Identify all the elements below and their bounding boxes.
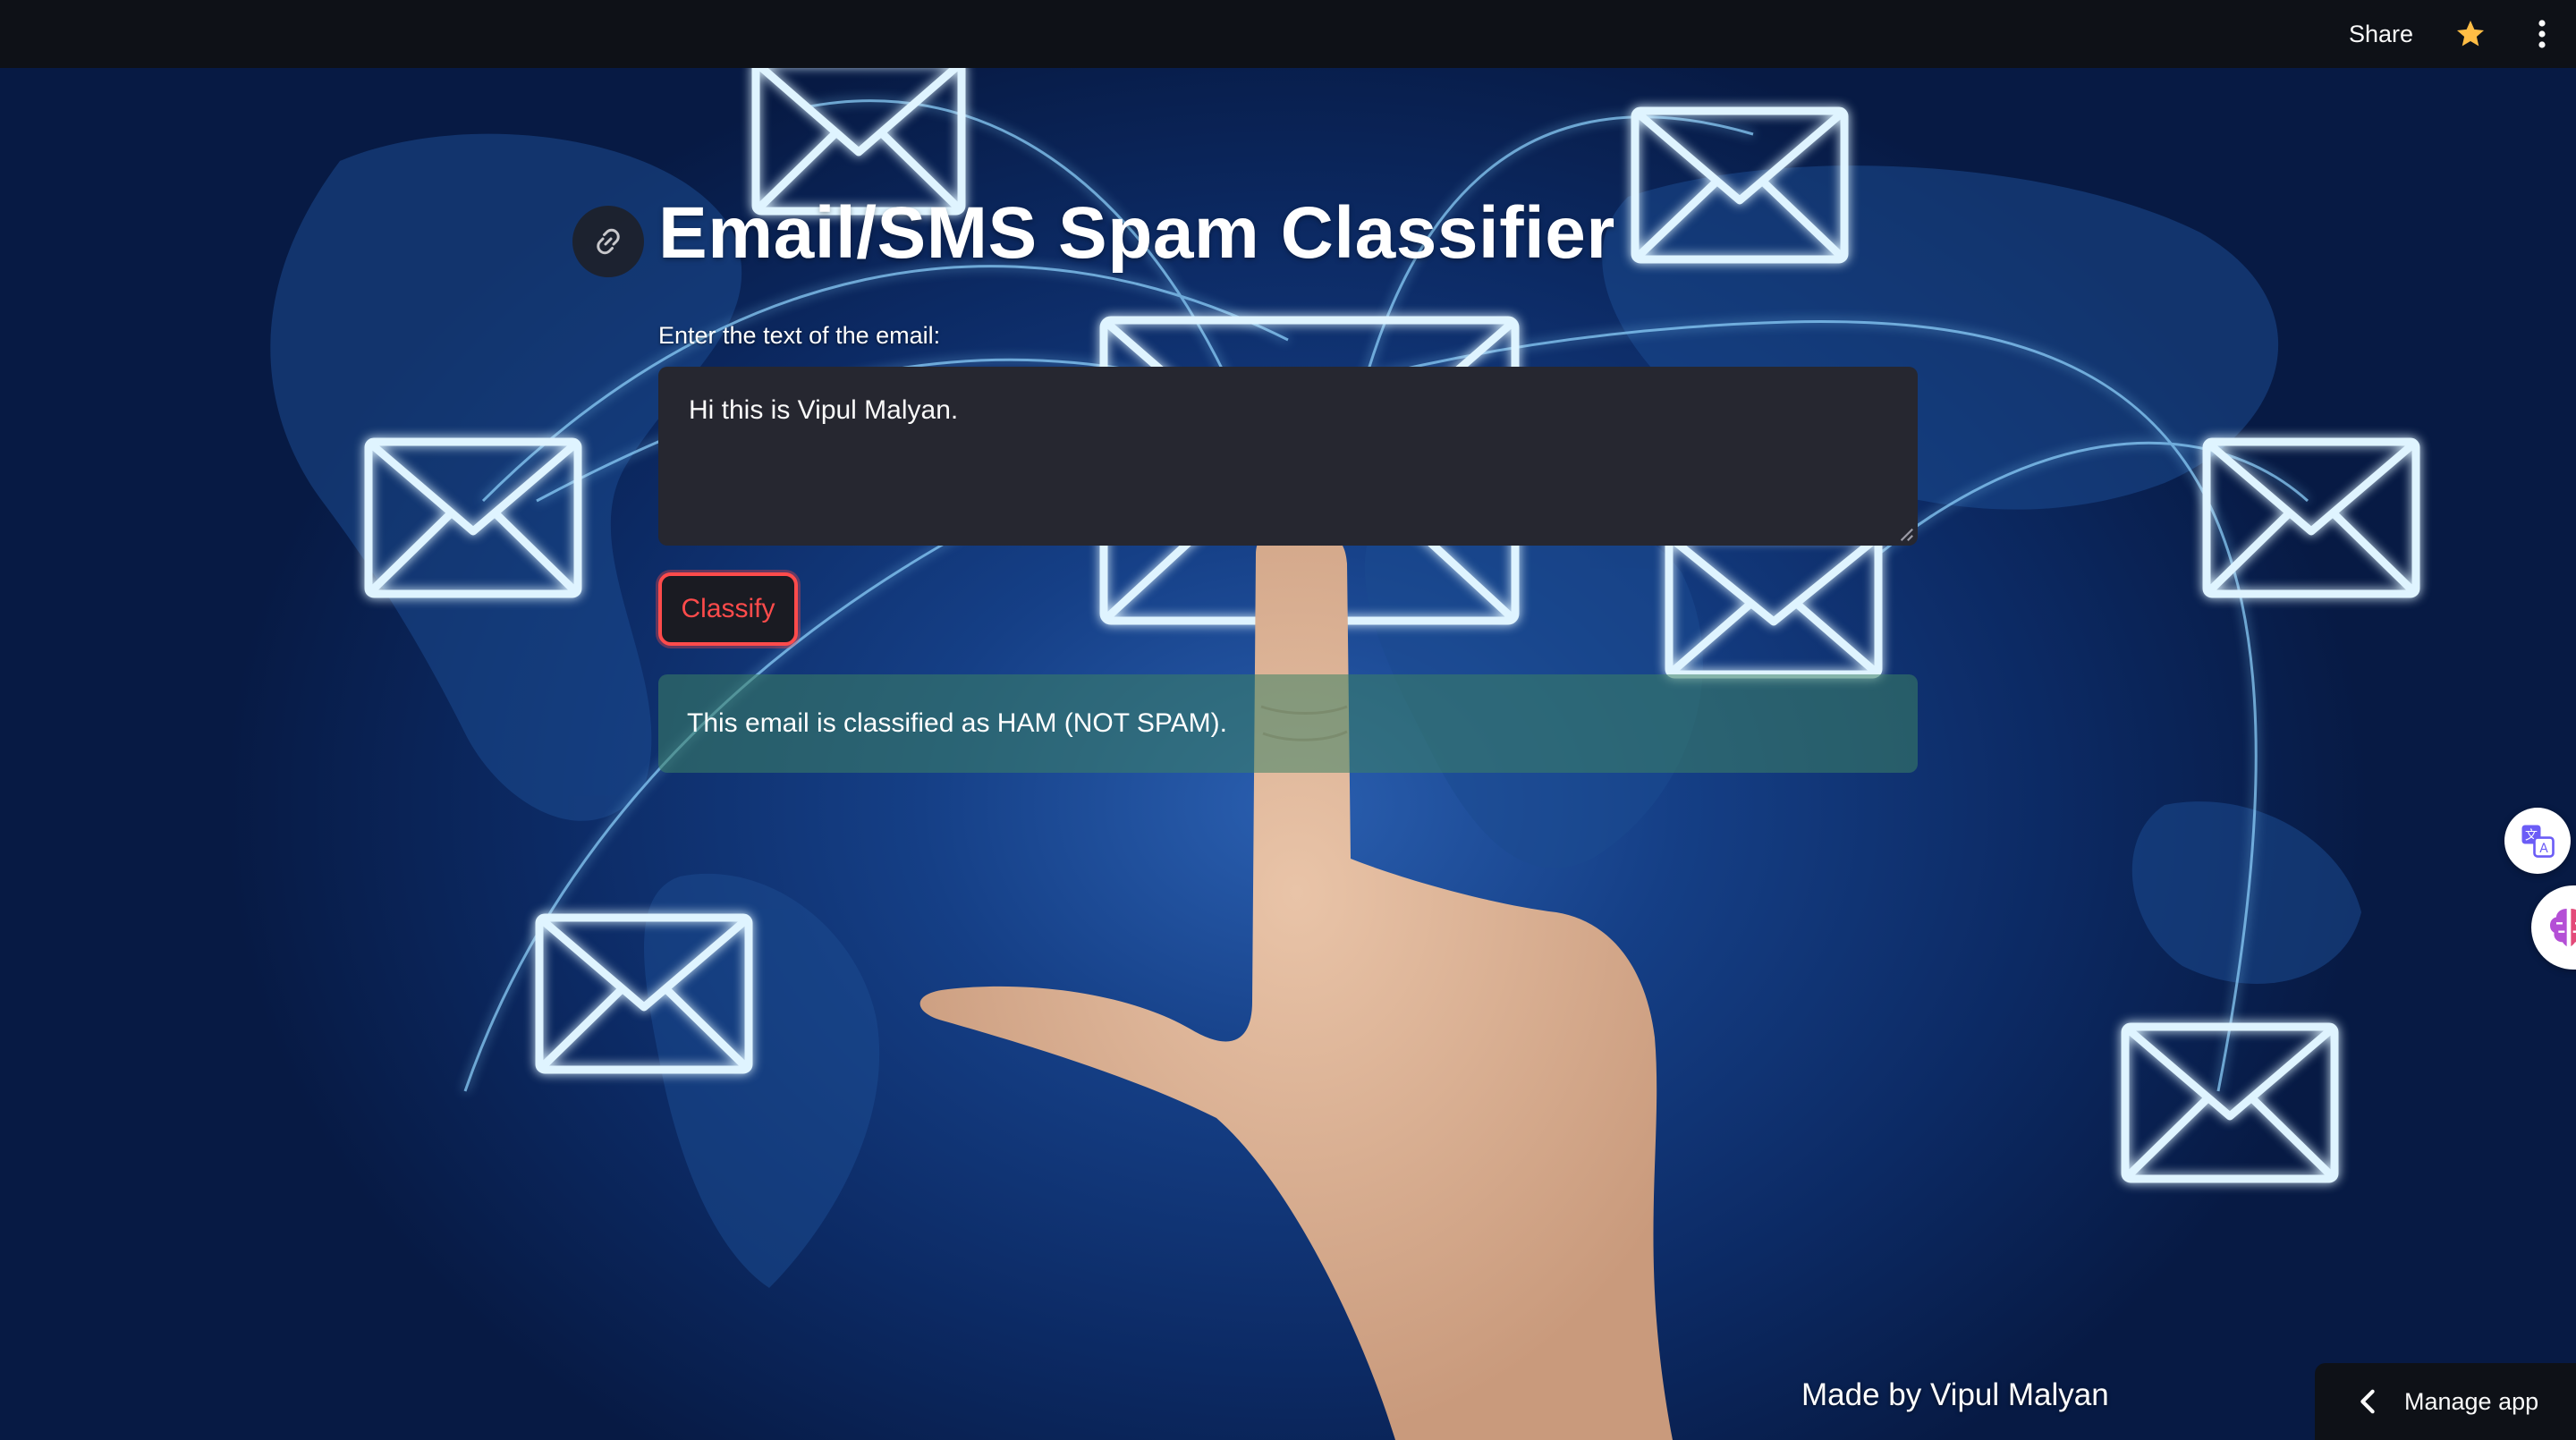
email-text-label: Enter the text of the email: (658, 322, 941, 349)
chevron-left-icon (2360, 1389, 2375, 1414)
svg-text:A: A (2539, 842, 2548, 856)
title-row: Email/SMS Spam Classifier (572, 179, 1918, 304)
link-icon[interactable] (572, 206, 644, 277)
star-icon[interactable] (2454, 18, 2487, 50)
email-text-input[interactable] (658, 367, 1918, 546)
result-text: This email is classified as HAM (NOT SPA… (687, 708, 1227, 738)
manage-app-button[interactable]: Manage app (2315, 1363, 2576, 1440)
manage-app-label: Manage app (2404, 1387, 2539, 1415)
main-content: Email/SMS Spam Classifier Enter the text… (572, 179, 1918, 773)
email-text-area-container (658, 367, 1918, 546)
top-toolbar: Share (0, 0, 2576, 68)
classification-result-alert: This email is classified as HAM (NOT SPA… (658, 674, 1918, 773)
page-title: Email/SMS Spam Classifier (658, 192, 1615, 274)
share-button[interactable]: Share (2343, 20, 2419, 49)
kebab-menu-icon[interactable] (2537, 18, 2547, 50)
footer-credit: Made by Vipul Malyan (1801, 1377, 2109, 1412)
translate-icon[interactable]: 文 A (2504, 808, 2571, 874)
resize-handle-icon[interactable] (1898, 526, 1914, 542)
classify-button[interactable]: Classify (658, 572, 798, 646)
